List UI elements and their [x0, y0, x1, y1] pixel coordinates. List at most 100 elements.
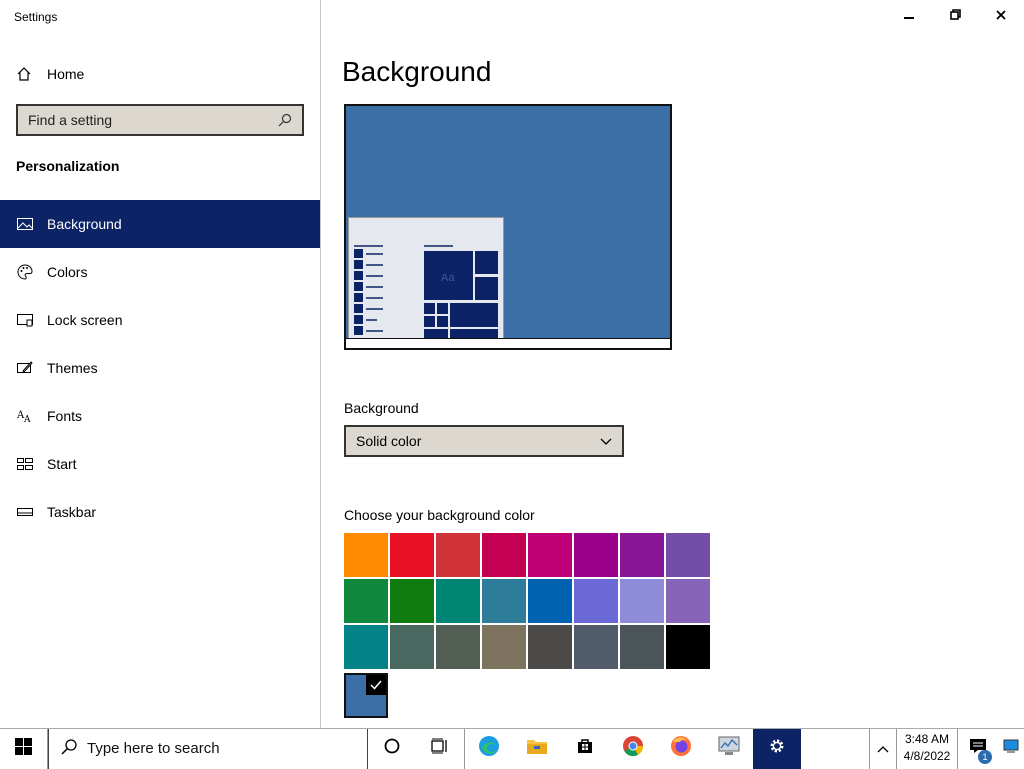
color-swatch[interactable] — [390, 579, 434, 623]
task-view-icon — [431, 738, 449, 759]
color-swatch[interactable] — [574, 533, 618, 577]
monitor-chart-icon — [717, 735, 741, 762]
edge-browser-icon — [477, 734, 501, 763]
color-swatch[interactable] — [574, 579, 618, 623]
sidebar-item-background[interactable]: Background — [0, 200, 320, 248]
minimize-button[interactable] — [886, 0, 932, 32]
themes-icon — [16, 360, 34, 376]
chevron-up-icon — [877, 740, 889, 758]
background-type-value: Solid color — [356, 433, 422, 449]
color-swatch[interactable] — [482, 533, 526, 577]
svg-text:A: A — [23, 415, 31, 423]
background-color-grid — [344, 533, 712, 669]
preview-taskbar — [346, 338, 670, 348]
image-icon — [16, 216, 34, 232]
color-swatch[interactable] — [528, 533, 572, 577]
edge-button[interactable] — [465, 729, 513, 769]
cortana-button[interactable] — [368, 729, 416, 769]
minimize-icon — [904, 7, 914, 25]
settings-taskbar-button[interactable] — [753, 728, 801, 769]
sidebar-nav: Background Colors Lock screen Themes A A… — [0, 200, 320, 536]
checkmark-icon — [366, 675, 386, 695]
find-setting-search-box[interactable] — [16, 104, 304, 136]
sidebar-item-label: Taskbar — [47, 504, 97, 520]
taskbar-icon — [16, 504, 34, 520]
color-swatch[interactable] — [666, 533, 710, 577]
color-swatch[interactable] — [390, 533, 434, 577]
show-desktop-button[interactable] — [998, 729, 1024, 769]
sidebar-item-lock-screen[interactable]: Lock screen — [0, 296, 320, 344]
color-swatch[interactable] — [666, 579, 710, 623]
selected-color-swatch[interactable] — [344, 673, 388, 718]
gear-icon — [769, 738, 785, 759]
task-view-button[interactable] — [416, 729, 464, 769]
sidebar-item-label: Themes — [47, 360, 98, 376]
sidebar-item-label: Fonts — [47, 408, 83, 424]
sidebar-item-taskbar[interactable]: Taskbar — [0, 488, 320, 536]
show-hidden-icons-button[interactable] — [870, 729, 896, 769]
color-swatch[interactable] — [436, 625, 480, 669]
section-title: Personalization — [16, 158, 120, 174]
color-swatch[interactable] — [528, 579, 572, 623]
sidebar-item-label: Background — [47, 216, 122, 232]
sidebar-item-fonts[interactable]: AA Fonts — [0, 392, 320, 440]
home-label: Home — [47, 66, 85, 82]
background-color-label: Choose your background color — [344, 507, 535, 523]
background-preview: Aa — [344, 104, 672, 350]
find-setting-input[interactable] — [28, 112, 278, 128]
restore-icon — [949, 7, 961, 25]
taskbar-search-box[interactable]: Type here to search — [48, 728, 368, 769]
system-monitor-button[interactable] — [705, 729, 753, 769]
start-icon — [16, 456, 34, 472]
action-center-button[interactable]: 1 — [958, 729, 998, 769]
close-icon — [996, 7, 1006, 25]
color-swatch[interactable] — [666, 625, 710, 669]
app-title: Settings — [14, 10, 58, 24]
preview-start-menu: Aa — [348, 217, 504, 340]
sidebar-item-label: Lock screen — [47, 312, 123, 328]
chevron-down-icon — [600, 433, 612, 449]
taskbar-search-placeholder: Type here to search — [87, 740, 220, 757]
color-swatch[interactable] — [482, 625, 526, 669]
color-swatch[interactable] — [436, 533, 480, 577]
start-button[interactable] — [0, 728, 48, 769]
desktop-icon — [1003, 739, 1019, 758]
sidebar-item-colors[interactable]: Colors — [0, 248, 320, 296]
store-button[interactable] — [561, 729, 609, 769]
chrome-icon — [621, 734, 645, 763]
sidebar-item-themes[interactable]: Themes — [0, 344, 320, 392]
color-swatch[interactable] — [574, 625, 618, 669]
chrome-button[interactable] — [609, 729, 657, 769]
color-swatch[interactable] — [344, 579, 388, 623]
sidebar-item-label: Colors — [47, 264, 88, 280]
settings-window: Settings Home Personalization Background — [0, 0, 1024, 728]
sidebar-item-start[interactable]: Start — [0, 440, 320, 488]
color-swatch[interactable] — [620, 533, 664, 577]
color-swatch[interactable] — [482, 579, 526, 623]
close-button[interactable] — [978, 0, 1024, 32]
color-swatch[interactable] — [390, 625, 434, 669]
restore-button[interactable] — [932, 0, 978, 32]
search-icon — [61, 738, 77, 759]
color-swatch[interactable] — [436, 579, 480, 623]
windows-logo-icon — [15, 737, 32, 760]
home-link[interactable]: Home — [16, 63, 84, 85]
color-swatch[interactable] — [528, 625, 572, 669]
home-icon — [16, 66, 32, 82]
sidebar: Settings Home Personalization Background — [0, 0, 321, 728]
color-swatch[interactable] — [620, 579, 664, 623]
lock-screen-icon — [16, 312, 34, 328]
fonts-icon: AA — [16, 408, 34, 424]
color-swatch[interactable] — [344, 625, 388, 669]
page-title: Background — [342, 56, 492, 87]
sidebar-item-label: Start — [47, 456, 77, 472]
background-type-dropdown[interactable]: Solid color — [344, 425, 624, 457]
preview-sample-text: Aa — [441, 272, 455, 284]
color-swatch[interactable] — [344, 533, 388, 577]
file-explorer-button[interactable] — [513, 729, 561, 769]
color-swatch[interactable] — [620, 625, 664, 669]
search-icon[interactable] — [278, 113, 292, 127]
clock[interactable]: 3:48 AM 4/8/2022 — [897, 729, 957, 769]
cortana-circle-icon — [384, 738, 400, 759]
firefox-button[interactable] — [657, 729, 705, 769]
